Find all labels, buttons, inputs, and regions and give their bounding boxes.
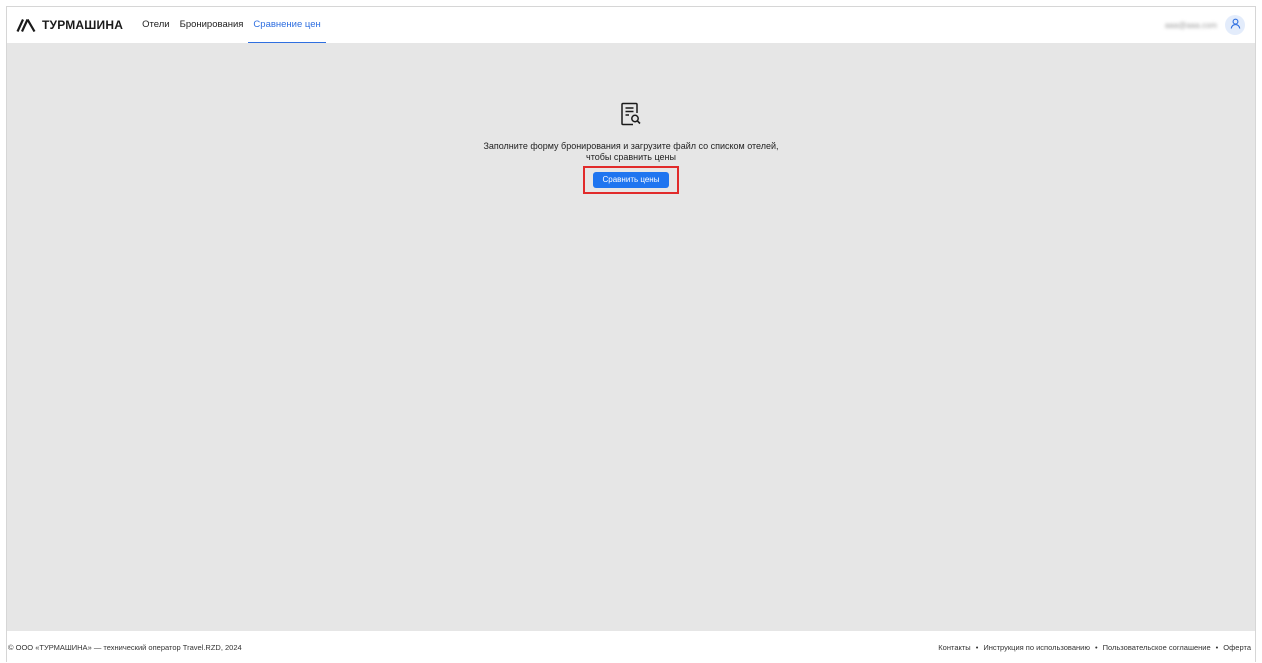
empty-state-message: Заполните форму бронирования и загрузите… xyxy=(461,141,801,163)
empty-state-message-line2: чтобы сравнить цены xyxy=(586,152,676,162)
user-area: aaa@aaa.com xyxy=(1165,7,1245,43)
footer-link-offer[interactable]: Оферта xyxy=(1223,643,1251,652)
footer-link-instructions[interactable]: Инструкция по использованию xyxy=(983,643,1090,652)
highlight-box: Сравнить цены xyxy=(582,166,680,194)
footer-link-user-agreement[interactable]: Пользовательское соглашение xyxy=(1103,643,1211,652)
footer-separator: • xyxy=(1094,643,1098,652)
nav-price-comparison[interactable]: Сравнение цен xyxy=(248,7,327,43)
brand-logo-icon xyxy=(16,18,36,32)
main-content: Заполните форму бронирования и загрузите… xyxy=(7,43,1255,631)
app-window: ТУРМАШИНА Отели Бронирования Сравнение ц… xyxy=(6,6,1256,663)
empty-state-message-line1: Заполните форму бронирования и загрузите… xyxy=(483,141,779,151)
page-footer: © ООО «ТУРМАШИНА» — технический оператор… xyxy=(7,631,1255,663)
document-search-icon xyxy=(620,101,642,132)
brand-name: ТУРМАШИНА xyxy=(42,18,124,32)
user-icon xyxy=(1230,16,1241,34)
nav-hotels[interactable]: Отели xyxy=(137,7,174,43)
user-avatar-button[interactable] xyxy=(1225,15,1245,35)
nav-bookings[interactable]: Бронирования xyxy=(175,7,249,43)
compare-prices-button[interactable]: Сравнить цены xyxy=(592,172,670,188)
copyright-text: © ООО «ТУРМАШИНА» — технический оператор… xyxy=(8,643,242,652)
footer-separator: • xyxy=(1215,643,1219,652)
top-header: ТУРМАШИНА Отели Бронирования Сравнение ц… xyxy=(7,7,1255,43)
footer-link-contacts[interactable]: Контакты xyxy=(938,643,970,652)
brand-logo[interactable]: ТУРМАШИНА xyxy=(16,7,123,43)
user-email: aaa@aaa.com xyxy=(1164,20,1217,30)
main-nav: Отели Бронирования Сравнение цен xyxy=(137,7,327,43)
footer-links: Контакты • Инструкция по использованию •… xyxy=(938,643,1251,652)
empty-state: Заполните форму бронирования и загрузите… xyxy=(7,101,1255,194)
footer-separator: • xyxy=(975,643,979,652)
